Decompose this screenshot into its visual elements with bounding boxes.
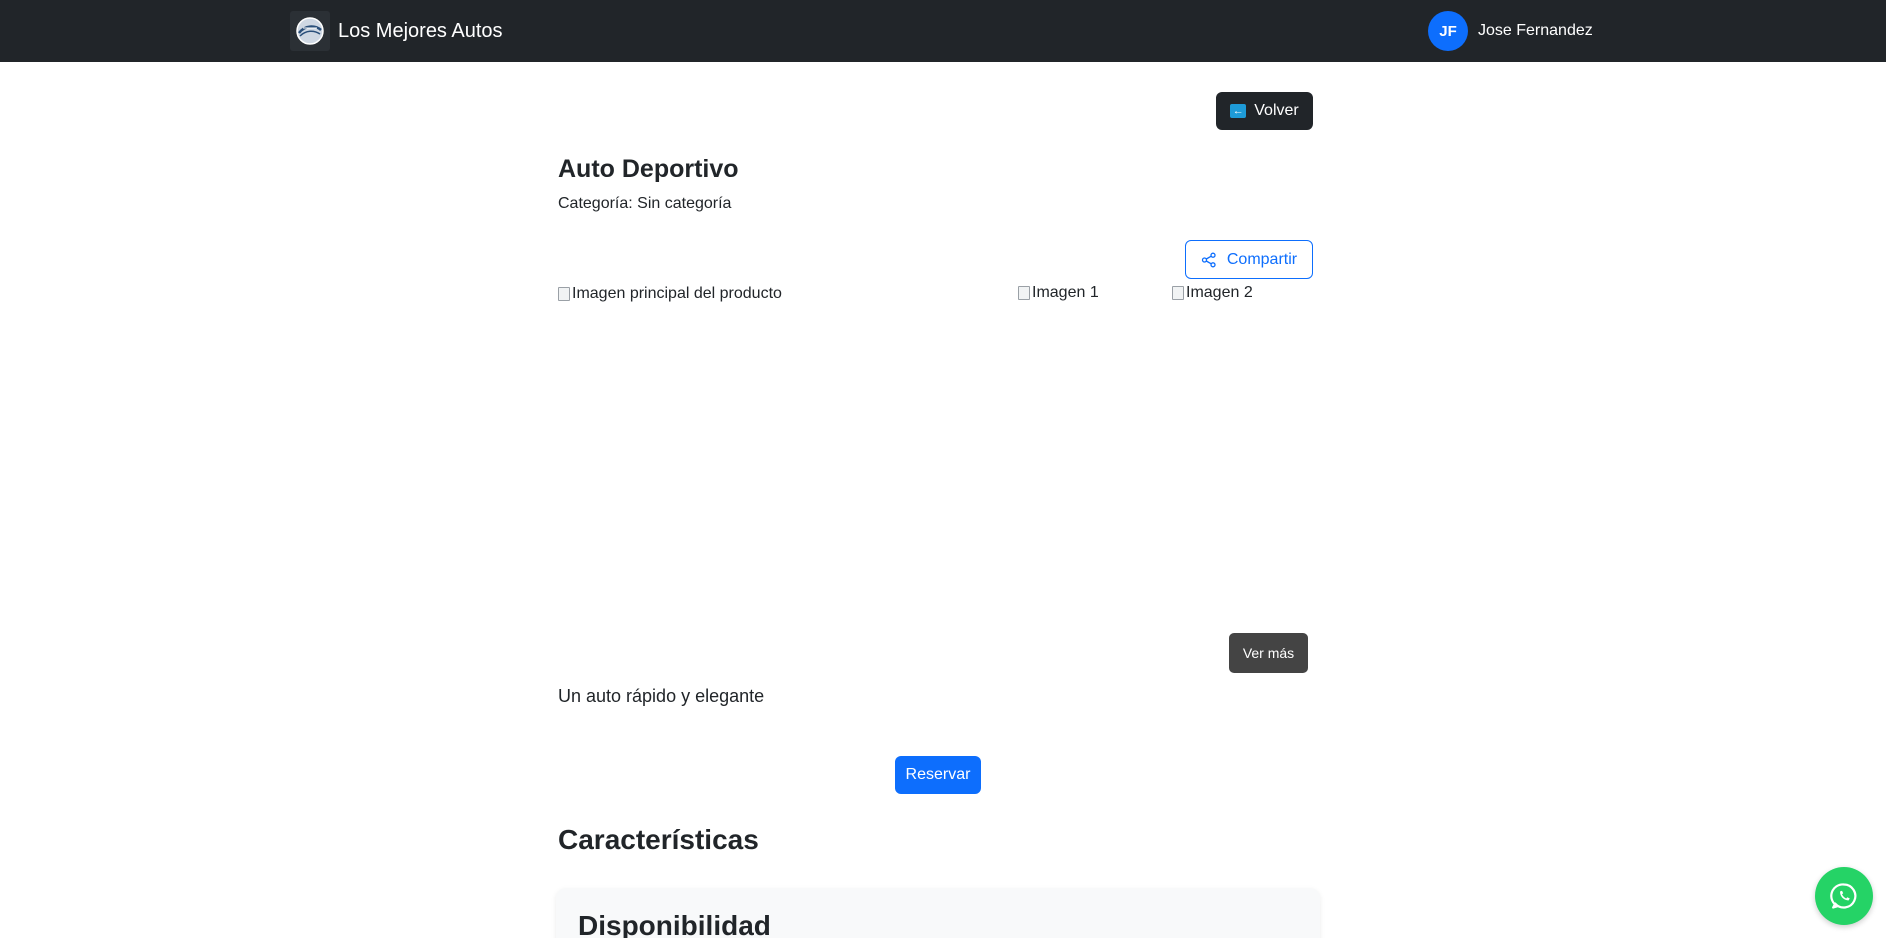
- top-navbar: Los Mejores Autos JF Jose Fernandez: [0, 0, 1886, 62]
- brand[interactable]: Los Mejores Autos: [290, 11, 503, 51]
- share-icon: [1201, 252, 1216, 267]
- broken-image-icon: [1172, 286, 1184, 300]
- user-name: Jose Fernandez: [1478, 22, 1593, 39]
- thumbnail-1-alt-text: Imagen 1: [1032, 284, 1099, 301]
- arrow-left-icon: ←: [1230, 104, 1247, 118]
- share-button-label: Compartir: [1226, 250, 1298, 268]
- brand-name: Los Mejores Autos: [338, 19, 503, 42]
- back-button-label: Volver: [1254, 102, 1299, 119]
- whatsapp-button[interactable]: [1815, 867, 1873, 925]
- broken-image-icon: [558, 287, 570, 301]
- share-button[interactable]: Compartir: [1185, 240, 1313, 279]
- availability-card: Disponibilidad: [556, 888, 1320, 938]
- whatsapp-icon: [1830, 883, 1857, 909]
- product-thumbnail-2[interactable]: Imagen 2: [1172, 284, 1312, 624]
- availability-title: Disponibilidad: [578, 910, 771, 938]
- avatar: JF: [1428, 11, 1468, 51]
- thumbnail-2-alt-text: Imagen 2: [1186, 284, 1253, 301]
- features-heading: Características: [558, 824, 759, 855]
- product-category: Categoría: Sin categoría: [558, 195, 732, 212]
- product-thumbnail-1[interactable]: Imagen 1: [1018, 284, 1158, 624]
- product-main-image[interactable]: Imagen principal del producto: [558, 285, 988, 625]
- see-more-button[interactable]: Ver más: [1229, 633, 1308, 673]
- reserve-button[interactable]: Reservar: [895, 756, 981, 794]
- product-title: Auto Deportivo: [558, 155, 739, 183]
- broken-image-icon: [1018, 286, 1030, 300]
- main-image-alt-text: Imagen principal del producto: [572, 285, 782, 302]
- user-menu[interactable]: JF Jose Fernandez: [1428, 11, 1593, 51]
- brand-logo-icon: [290, 11, 330, 51]
- product-description: Un auto rápido y elegante: [558, 686, 765, 706]
- back-button[interactable]: ← Volver: [1216, 92, 1313, 130]
